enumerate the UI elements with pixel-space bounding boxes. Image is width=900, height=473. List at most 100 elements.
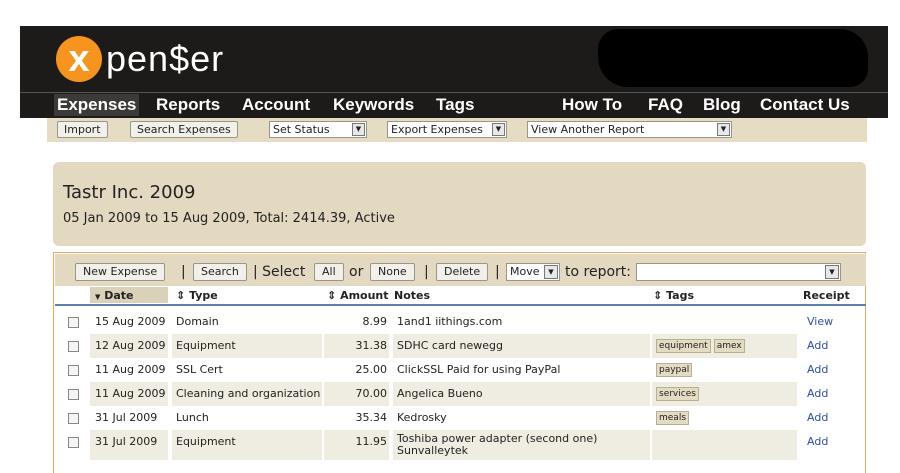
receipt-link[interactable]: Add xyxy=(807,358,857,382)
to-report-label: to report: xyxy=(565,264,631,280)
column-date[interactable]: ▼ Date xyxy=(95,289,134,302)
report-toolbar: Import Search Expenses Set Status ▼ Expo… xyxy=(47,118,867,142)
table-row[interactable]: 15 Aug 2009 Domain 8.99 1and1 iithings.com V… xyxy=(55,310,866,334)
column-amount[interactable]: ⇕ Amount xyxy=(327,289,389,302)
tag-chip[interactable]: amex xyxy=(713,339,745,353)
row-checkbox[interactable] xyxy=(68,413,79,424)
table-row[interactable]: 31 Jul 2009 Lunch 35.34 Kedrosky meals Add xyxy=(55,406,866,430)
nav-tags[interactable]: Tags xyxy=(433,94,477,116)
search-button[interactable]: Search xyxy=(193,263,247,281)
logo[interactable]: x pen$er xyxy=(56,34,224,84)
nav-blog[interactable]: Blog xyxy=(700,94,744,116)
separator: | xyxy=(424,264,429,280)
column-type-label: Type xyxy=(189,289,218,302)
report-title: Tastr Inc. 2009 xyxy=(63,182,196,203)
new-expense-button[interactable]: New Expense xyxy=(75,263,166,281)
view-another-report-select[interactable]: View Another Report ▼ xyxy=(527,121,732,138)
row-tags: paypal xyxy=(652,358,797,382)
sort-desc-icon: ▼ xyxy=(95,293,101,301)
nav-how-to[interactable]: How To xyxy=(559,94,625,116)
export-expenses-select[interactable]: Export Expenses ▼ xyxy=(387,121,507,138)
select-all-button[interactable]: All xyxy=(314,263,344,281)
report-details: 05 Jan 2009 to 15 Aug 2009, Total: 2414.… xyxy=(63,211,395,226)
row-amount: 11.95 xyxy=(324,430,389,460)
select-label: | Select xyxy=(253,263,305,281)
redacted-user-area xyxy=(598,29,868,87)
row-notes: Kedrosky xyxy=(397,411,447,424)
row-notes: ClickSSL Paid for using PayPal xyxy=(397,363,561,376)
logo-mark: x xyxy=(56,36,102,82)
row-date: 31 Jul 2009 xyxy=(95,411,158,424)
table-row[interactable]: 11 Aug 2009 Cleaning and organization 70.0… xyxy=(55,382,866,406)
table-row[interactable]: 12 Aug 2009 Equipment 31.38 SDHC card neweg… xyxy=(55,334,866,358)
row-type: Domain xyxy=(176,315,219,328)
column-receipt: Receipt xyxy=(803,289,850,302)
tag-chip[interactable]: equipment xyxy=(656,339,711,353)
row-tags: services xyxy=(652,382,797,406)
receipt-link[interactable]: Add xyxy=(807,382,857,406)
sort-icon: ⇕ xyxy=(327,289,337,302)
column-amount-label: Amount xyxy=(340,289,389,302)
table-header: ▼ Date ⇕ Type ⇕ Amount Notes ⇕ Tags Rece… xyxy=(55,286,866,306)
column-type[interactable]: ⇕ Type xyxy=(176,289,218,302)
select-text: Select xyxy=(262,264,306,280)
export-expenses-value: Export Expenses xyxy=(391,123,483,136)
set-status-value: Set Status xyxy=(273,123,330,136)
row-notes: SDHC card newegg xyxy=(393,334,650,358)
receipt-link[interactable]: Add xyxy=(807,406,857,430)
row-notes: Angelica Bueno xyxy=(393,382,650,406)
sort-icon: ⇕ xyxy=(176,289,186,302)
set-status-select[interactable]: Set Status ▼ xyxy=(269,121,367,138)
column-tags[interactable]: ⇕ Tags xyxy=(653,289,694,302)
row-date: 31 Jul 2009 xyxy=(90,430,168,460)
tag-chip[interactable]: meals xyxy=(656,411,690,425)
chevron-down-icon: ▼ xyxy=(352,123,365,136)
target-report-select[interactable]: ▼ xyxy=(636,263,841,281)
receipt-link[interactable]: Add xyxy=(807,430,857,460)
import-button[interactable]: Import xyxy=(57,121,108,138)
chevron-down-icon: ▼ xyxy=(717,123,730,136)
chevron-down-icon: ▼ xyxy=(492,123,505,136)
receipt-link[interactable]: Add xyxy=(807,334,857,358)
or-label: or xyxy=(349,264,364,280)
row-checkbox[interactable] xyxy=(68,389,79,400)
separator: | xyxy=(495,264,500,280)
report-summary: Tastr Inc. 2009 05 Jan 2009 to 15 Aug 20… xyxy=(53,162,866,246)
row-checkbox[interactable] xyxy=(68,341,79,352)
nav-contact-us[interactable]: Contact Us xyxy=(757,94,853,116)
row-amount: 70.00 xyxy=(324,382,389,406)
row-tags xyxy=(652,430,797,460)
row-tags: meals xyxy=(652,406,797,430)
receipt-link[interactable]: View xyxy=(807,310,857,334)
table-row[interactable]: 31 Jul 2009 Equipment 11.95 Toshiba power a… xyxy=(55,430,866,460)
row-checkbox[interactable] xyxy=(68,365,79,376)
column-tags-label: Tags xyxy=(666,289,694,302)
column-date-label: Date xyxy=(104,289,134,302)
separator: | xyxy=(181,264,186,280)
move-value: Move xyxy=(510,265,540,278)
select-none-button[interactable]: None xyxy=(370,263,415,281)
logo-text: pen$er xyxy=(106,38,225,79)
nav-account[interactable]: Account xyxy=(239,94,313,116)
nav-reports[interactable]: Reports xyxy=(153,94,223,116)
row-checkbox[interactable] xyxy=(68,437,79,448)
nav-keywords[interactable]: Keywords xyxy=(330,94,417,116)
tag-chip[interactable]: services xyxy=(656,387,699,401)
nav-expenses[interactable]: Expenses xyxy=(54,94,140,116)
nav-faq[interactable]: FAQ xyxy=(645,94,686,116)
search-expenses-button[interactable]: Search Expenses xyxy=(130,121,238,138)
row-tags: equipment amex xyxy=(652,334,797,358)
row-amount: 25.00 xyxy=(355,363,388,376)
row-date: 11 Aug 2009 xyxy=(95,363,166,376)
sort-icon: ⇕ xyxy=(653,289,663,302)
row-date: 11 Aug 2009 xyxy=(90,382,168,406)
delete-button[interactable]: Delete xyxy=(436,263,489,281)
row-type: Equipment xyxy=(172,430,322,460)
table-row[interactable]: 11 Aug 2009 SSL Cert 25.00 ClickSSL Paid fo… xyxy=(55,358,866,382)
row-checkbox[interactable] xyxy=(68,317,79,328)
row-date: 15 Aug 2009 xyxy=(95,315,166,328)
row-amount: 35.34 xyxy=(355,411,388,424)
tag-chip[interactable]: paypal xyxy=(656,363,693,377)
main-nav: Expenses Reports Account Keywords Tags H… xyxy=(20,92,888,118)
move-select[interactable]: Move ▼ xyxy=(506,263,560,281)
